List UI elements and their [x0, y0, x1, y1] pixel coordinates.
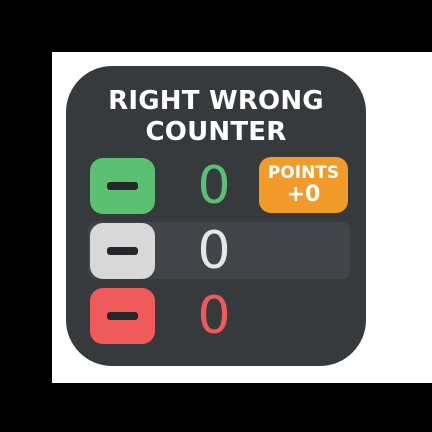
points-value: +0 [286, 182, 321, 207]
points-label: POINTS [267, 163, 340, 183]
wrong-count: 0 [197, 286, 231, 346]
minus-icon [107, 182, 138, 190]
neutral-count: 0 [197, 221, 231, 281]
points-badge: POINTS +0 [259, 157, 348, 213]
minus-icon [107, 247, 138, 255]
app-icon-card: RIGHT WRONG COUNTER 0 POINTS +0 0 0 [66, 66, 366, 366]
app-title: RIGHT WRONG COUNTER [66, 86, 366, 148]
wrong-decrement-button[interactable] [90, 288, 155, 344]
right-count: 0 [197, 156, 231, 216]
app-title-line-2: COUNTER [145, 117, 287, 147]
neutral-decrement-button[interactable] [90, 223, 155, 279]
app-title-line-1: RIGHT WRONG [108, 86, 324, 116]
minus-icon [107, 312, 138, 320]
right-decrement-button[interactable] [90, 158, 155, 214]
